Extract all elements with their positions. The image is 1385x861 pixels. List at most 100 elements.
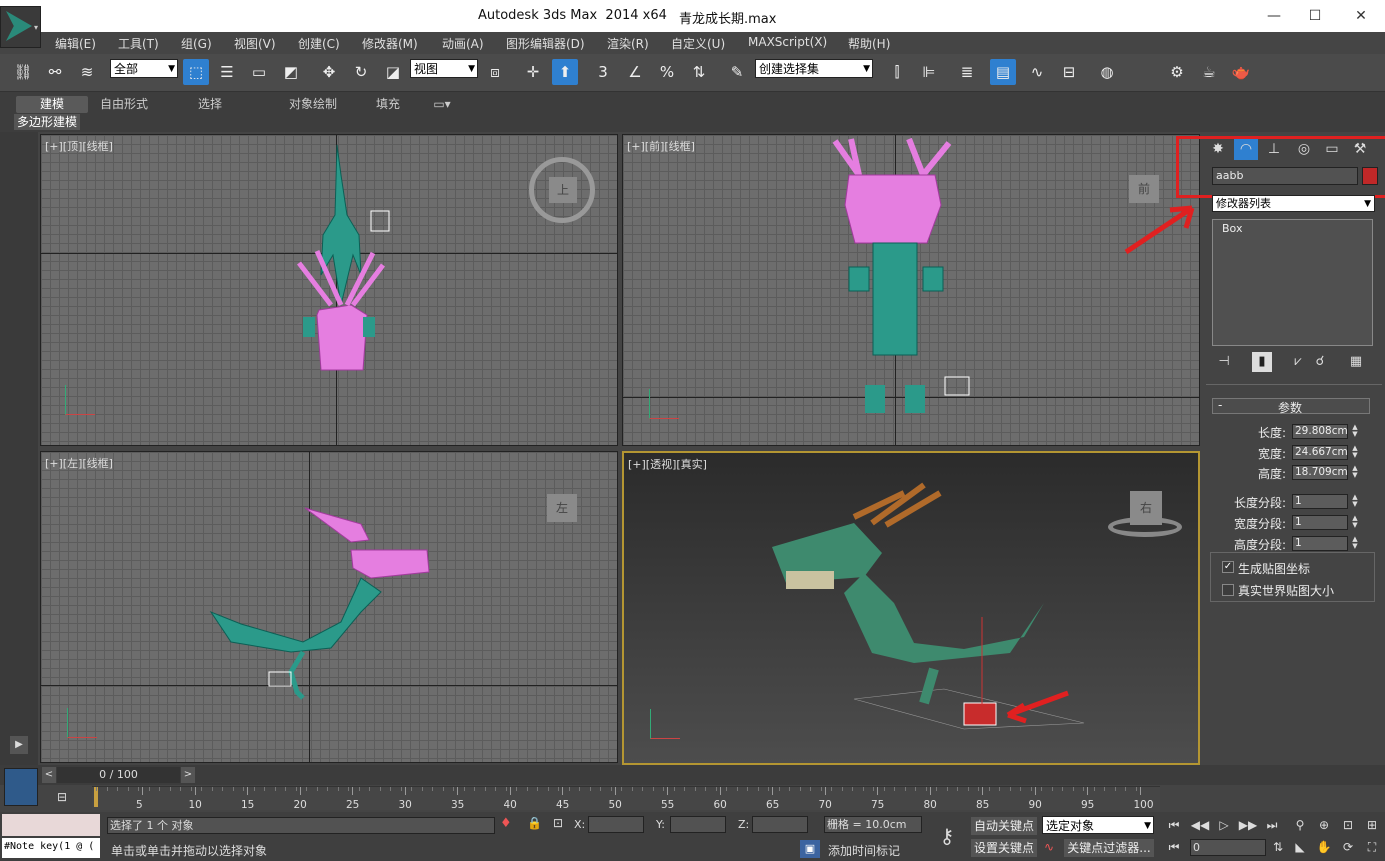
height-spinner[interactable]: ▲ ▼ xyxy=(1350,465,1360,480)
height-segs-field[interactable]: 1 xyxy=(1292,536,1348,551)
window-crossing-icon[interactable]: ◩ xyxy=(278,59,304,85)
keyboard-shortcut-override-icon[interactable]: ⬆ xyxy=(552,59,578,85)
named-selection-dropdown[interactable]: 创建选择集 ▼ xyxy=(755,59,873,78)
width-segs-field[interactable]: 1 xyxy=(1292,515,1348,530)
render-production-icon[interactable]: 🫖 xyxy=(1228,59,1254,85)
orbit-icon[interactable]: ⟳ xyxy=(1338,838,1358,856)
align-icon[interactable]: ⊫ xyxy=(916,59,942,85)
track-bar[interactable]: 5 10 15 20 25 30 35 40 45 50 55 60 65 70 75 80 85 90 95 100 xyxy=(92,786,1160,811)
render-setup-icon[interactable]: ⚙ xyxy=(1164,59,1190,85)
tab-modeling[interactable]: 建模 xyxy=(16,96,88,113)
modifier-list-dropdown[interactable]: 修改器列表 ▼ xyxy=(1212,195,1375,212)
pin-stack-icon[interactable]: ⊣ xyxy=(1214,352,1234,372)
length-segs-spinner[interactable]: ▲ ▼ xyxy=(1350,494,1360,509)
rollout-collapse-toggle[interactable]: - xyxy=(1218,398,1222,412)
schematic-view-icon[interactable]: ⊟ xyxy=(1056,59,1082,85)
select-rotate-icon[interactable]: ↻ xyxy=(348,59,374,85)
tab-object-paint[interactable]: 对象绘制 xyxy=(268,96,358,113)
height-field[interactable]: 18.709cm xyxy=(1292,465,1348,480)
remove-modifier-icon[interactable]: ☌ xyxy=(1310,352,1330,372)
menu-maxscript[interactable]: MAXScript(X) xyxy=(748,35,827,49)
isolate-selection-icon[interactable]: ♦ xyxy=(500,816,512,831)
graphite-ribbon-icon[interactable]: ▤ xyxy=(990,59,1016,85)
menu-help[interactable]: 帮助(H) xyxy=(848,35,890,52)
menu-edit[interactable]: 编辑(E) xyxy=(55,35,96,52)
viewcube-persp[interactable]: 右 xyxy=(1130,491,1162,525)
viewport-perspective[interactable]: [+][透视][真实] 右 xyxy=(622,451,1200,765)
auto-key-button[interactable]: 自动关键点 xyxy=(971,817,1037,835)
menu-views[interactable]: 视图(V) xyxy=(234,35,276,52)
key-icon[interactable]: ⚷ xyxy=(928,818,966,854)
select-scale-icon[interactable]: ◪ xyxy=(380,59,406,85)
time-slider[interactable]: 0 / 100 xyxy=(57,767,180,783)
tab-selection[interactable]: 选择 xyxy=(190,96,230,113)
go-to-end-icon[interactable]: ⏭ xyxy=(1262,816,1282,834)
app-menu-button[interactable]: ▾ xyxy=(0,6,41,48)
pivot-center-icon[interactable]: ⧈ xyxy=(482,59,508,85)
mirror-icon[interactable]: ⫿ xyxy=(884,59,910,85)
next-frame-icon[interactable]: ▶▶ xyxy=(1238,816,1258,834)
next-frame-button[interactable]: > xyxy=(181,767,195,783)
maximize-button[interactable]: ☐ xyxy=(1305,6,1325,26)
key-mode-dropdown[interactable]: 选定对象 ▼ xyxy=(1042,816,1154,834)
rect-selection-icon[interactable]: ▭ xyxy=(246,59,272,85)
show-end-result-icon[interactable]: ▮ xyxy=(1252,352,1272,372)
menu-tools[interactable]: 工具(T) xyxy=(118,35,159,52)
add-time-tag[interactable]: 添加时间标记 xyxy=(828,842,900,859)
viewcube-top-face[interactable]: 上 xyxy=(549,177,577,203)
length-segs-field[interactable]: 1 xyxy=(1292,494,1348,509)
length-spinner[interactable]: ▲ ▼ xyxy=(1350,424,1360,439)
width-field[interactable]: 24.667cm xyxy=(1292,445,1348,460)
minimize-button[interactable]: — xyxy=(1264,6,1284,26)
configure-modifier-sets-icon[interactable]: ▦ xyxy=(1346,352,1366,372)
viewport-front[interactable]: [+][前][线框] 前 xyxy=(622,134,1200,446)
ref-coord-dropdown[interactable]: 视图 ▼ xyxy=(410,59,478,78)
spinner-snap-icon[interactable]: ⇅ xyxy=(686,59,712,85)
play-icon[interactable]: ▶ xyxy=(10,736,28,754)
menu-customize[interactable]: 自定义(U) xyxy=(671,35,725,52)
key-filters-button[interactable]: 关键点过滤器... xyxy=(1064,839,1154,857)
ribbon-options-icon[interactable]: ▭▾ xyxy=(430,96,454,113)
select-move-icon[interactable]: ✥ xyxy=(316,59,342,85)
bind-space-warp-icon[interactable]: ≋ xyxy=(74,59,100,85)
unlink-icon[interactable]: ⚯ xyxy=(42,59,68,85)
layer-manager-icon[interactable]: ≣ xyxy=(954,59,980,85)
snaps-toggle-icon[interactable]: 3 xyxy=(590,59,616,85)
key-tangent-icon[interactable]: ∿ xyxy=(1044,840,1054,854)
viewport-top[interactable]: [+][顶][线框] 上 xyxy=(40,134,618,446)
key-mode-toggle-icon[interactable]: ⏮ xyxy=(1164,838,1184,856)
length-field[interactable]: 29.808cm xyxy=(1292,424,1348,439)
edit-named-selection-icon[interactable]: ✎ xyxy=(724,59,750,85)
field-of-view-icon[interactable]: ◣ xyxy=(1290,838,1310,856)
material-editor-icon[interactable]: ◍ xyxy=(1094,59,1120,85)
set-key-button[interactable]: 设置关键点 xyxy=(971,839,1037,857)
zoom-icon[interactable]: ⚲ xyxy=(1290,816,1310,834)
modifier-stack[interactable] xyxy=(1212,219,1373,346)
polygon-modeling-panel[interactable]: 多边形建模 xyxy=(14,114,81,130)
maxscript-output[interactable]: #Note key(1 @ ( xyxy=(2,838,100,858)
height-segs-spinner[interactable]: ▲ ▼ xyxy=(1350,536,1360,551)
time-tag-icon[interactable]: ▣ xyxy=(800,840,820,858)
absolute-mode-icon[interactable]: ⊡ xyxy=(553,816,563,830)
menu-group[interactable]: 组(G) xyxy=(181,35,212,52)
prev-frame-button[interactable]: < xyxy=(42,767,56,783)
selection-filter-dropdown[interactable]: 全部 ▼ xyxy=(110,59,178,78)
make-unique-icon[interactable]: ⩗ xyxy=(1288,352,1308,372)
angle-snap-icon[interactable]: ∠ xyxy=(622,59,648,85)
width-segs-spinner[interactable]: ▲ ▼ xyxy=(1350,515,1360,530)
stack-item-box[interactable]: Box xyxy=(1222,222,1242,235)
selection-lock-icon[interactable]: 🔒 xyxy=(527,816,542,830)
menu-graph-editors[interactable]: 图形编辑器(D) xyxy=(506,35,585,52)
z-coord-field[interactable] xyxy=(752,816,808,833)
select-manipulate-icon[interactable]: ✛ xyxy=(520,59,546,85)
tab-freeform[interactable]: 自由形式 xyxy=(94,96,154,113)
maximize-viewport-icon[interactable]: ⛶ xyxy=(1362,838,1382,856)
viewcube-left[interactable]: 左 xyxy=(547,494,577,522)
tab-populate[interactable]: 填充 xyxy=(368,96,408,113)
rendered-frame-icon[interactable]: ☕ xyxy=(1196,59,1222,85)
menu-create[interactable]: 创建(C) xyxy=(298,35,340,52)
curve-editor-icon[interactable]: ∿ xyxy=(1024,59,1050,85)
zoom-all-icon[interactable]: ⊕ xyxy=(1314,816,1334,834)
viewport-left[interactable]: [+][左][线框] 左 xyxy=(40,451,618,763)
previous-frame-icon[interactable]: ◀◀ xyxy=(1190,816,1210,834)
